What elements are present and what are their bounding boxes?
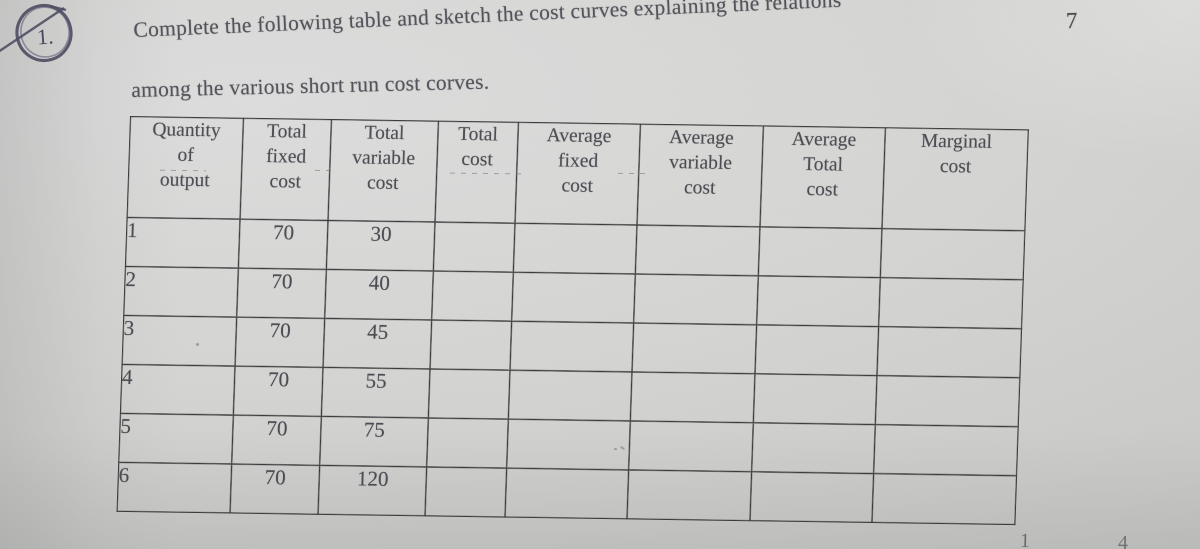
cell-average-fixed-cost[interactable]: [506, 419, 631, 470]
cell-total-variable-cost: 120: [318, 465, 427, 516]
header-line-2: Total: [802, 153, 844, 176]
cell-quantity: 4: [120, 364, 236, 416]
header-line-3: cost: [683, 177, 716, 199]
cell-marginal-cost[interactable]: [876, 326, 1022, 378]
cell-total-fixed-cost: 70: [233, 366, 324, 417]
cut-off-text-bottom-left: 1: [1019, 529, 1031, 549]
cell-average-fixed-cost[interactable]: [511, 272, 636, 323]
cell-quantity: 2: [123, 266, 239, 318]
cell-total-fixed-cost: 70: [236, 268, 327, 319]
cell-average-total-cost[interactable]: [749, 471, 874, 523]
header-average-fixed-cost: Average fixed cost: [515, 122, 641, 226]
cell-marginal-cost[interactable]: [875, 375, 1020, 427]
header-line-1: Marginal: [920, 130, 993, 153]
header-line-3: cost: [269, 171, 302, 193]
cell-average-total-cost[interactable]: [754, 324, 879, 376]
cell-average-fixed-cost[interactable]: [513, 223, 637, 275]
cell-average-variable-cost[interactable]: [631, 322, 757, 374]
cell-average-total-cost[interactable]: [758, 226, 882, 278]
cell-total-fixed-cost: 70: [238, 219, 329, 270]
cell-total-cost[interactable]: [425, 466, 507, 518]
header-line-1: Quantity: [152, 119, 222, 142]
header-average-total-cost: Average Total cost: [759, 125, 886, 229]
header-marginal-cost: Marginal cost: [881, 127, 1029, 231]
cell-average-total-cost[interactable]: [751, 422, 876, 474]
cell-average-variable-cost[interactable]: [633, 274, 759, 325]
cell-total-cost[interactable]: [430, 319, 512, 371]
cost-table-container: Quantity of output Total fixed cost Tota…: [117, 116, 1029, 525]
cell-average-total-cost[interactable]: [756, 275, 881, 327]
cell-total-fixed-cost: 70: [235, 317, 325, 368]
header-total-variable-cost: Total variable cost: [328, 119, 439, 223]
cell-average-variable-cost[interactable]: [626, 469, 752, 521]
cell-total-variable-cost: 40: [324, 269, 434, 320]
cell-marginal-cost[interactable]: [880, 228, 1025, 280]
cell-total-variable-cost: 30: [326, 220, 436, 272]
cell-average-variable-cost[interactable]: [630, 371, 755, 423]
header-line-2: variable: [668, 152, 733, 174]
cell-average-variable-cost[interactable]: [635, 225, 760, 276]
cell-total-cost[interactable]: [431, 271, 514, 322]
cell-total-cost[interactable]: [428, 368, 510, 420]
header-line-2: variable: [351, 147, 416, 170]
cell-average-fixed-cost[interactable]: [504, 468, 629, 519]
cell-total-fixed-cost: 70: [230, 464, 320, 515]
page-number: 7: [1065, 7, 1078, 34]
header-total-cost: Total cost: [435, 121, 519, 224]
header-line-3: cost: [561, 175, 594, 197]
header-line-2: of: [177, 144, 195, 166]
header-line-2: fixed: [557, 150, 599, 172]
header-average-variable-cost: Average variable cost: [636, 124, 764, 227]
header-line-1: Average: [546, 125, 612, 148]
header-total-fixed-cost: Total fixed cost: [240, 118, 332, 221]
header-line-2: fixed: [265, 146, 307, 168]
cell-marginal-cost[interactable]: [871, 473, 1017, 525]
cut-off-text-bottom-right: 4: [1117, 531, 1129, 549]
header-quantity-of-output: Quantity of output: [127, 116, 244, 220]
cell-average-fixed-cost[interactable]: [508, 370, 632, 421]
cell-average-variable-cost[interactable]: [628, 420, 754, 472]
header-line-1: Average: [668, 127, 735, 149]
header-line-1: Total: [266, 121, 308, 143]
cell-total-cost[interactable]: [433, 222, 516, 273]
cell-quantity: 5: [118, 413, 234, 465]
cell-total-variable-cost: 75: [319, 416, 429, 467]
header-line-3: cost: [806, 179, 839, 201]
cell-total-cost[interactable]: [426, 417, 509, 469]
cell-average-total-cost[interactable]: [753, 373, 877, 425]
cell-quantity: 6: [117, 462, 232, 514]
cell-total-fixed-cost: 70: [231, 415, 322, 466]
table-header-row: Quantity of output Total fixed cost Tota…: [127, 116, 1029, 231]
cell-quantity: 3: [122, 315, 237, 367]
cell-average-fixed-cost[interactable]: [509, 321, 634, 372]
cost-table: Quantity of output Total fixed cost Tota…: [117, 116, 1029, 525]
header-line-1: Average: [791, 128, 857, 151]
handwritten-circled-question-number: 1.: [0, 2, 84, 64]
table-body: 1 70 30 2 70 40 3 70 45 4 70 55 5 70 75 …: [117, 217, 1025, 525]
header-line-2: cost: [939, 156, 972, 178]
header-line-3: output: [159, 169, 211, 192]
cell-total-variable-cost: 55: [321, 367, 431, 418]
cell-total-variable-cost: 45: [323, 318, 432, 369]
header-line-1: Total: [364, 122, 405, 145]
cell-marginal-cost[interactable]: [873, 424, 1019, 476]
worksheet-page: 1. Complete the following table and sket…: [0, 0, 1200, 549]
header-line-1: Total: [457, 123, 499, 146]
header-line-3: cost: [366, 172, 399, 194]
cell-marginal-cost[interactable]: [878, 277, 1024, 329]
cell-quantity: 1: [125, 217, 241, 269]
question-number-text: 1.: [36, 23, 55, 50]
header-line-2: cost: [461, 148, 494, 171]
